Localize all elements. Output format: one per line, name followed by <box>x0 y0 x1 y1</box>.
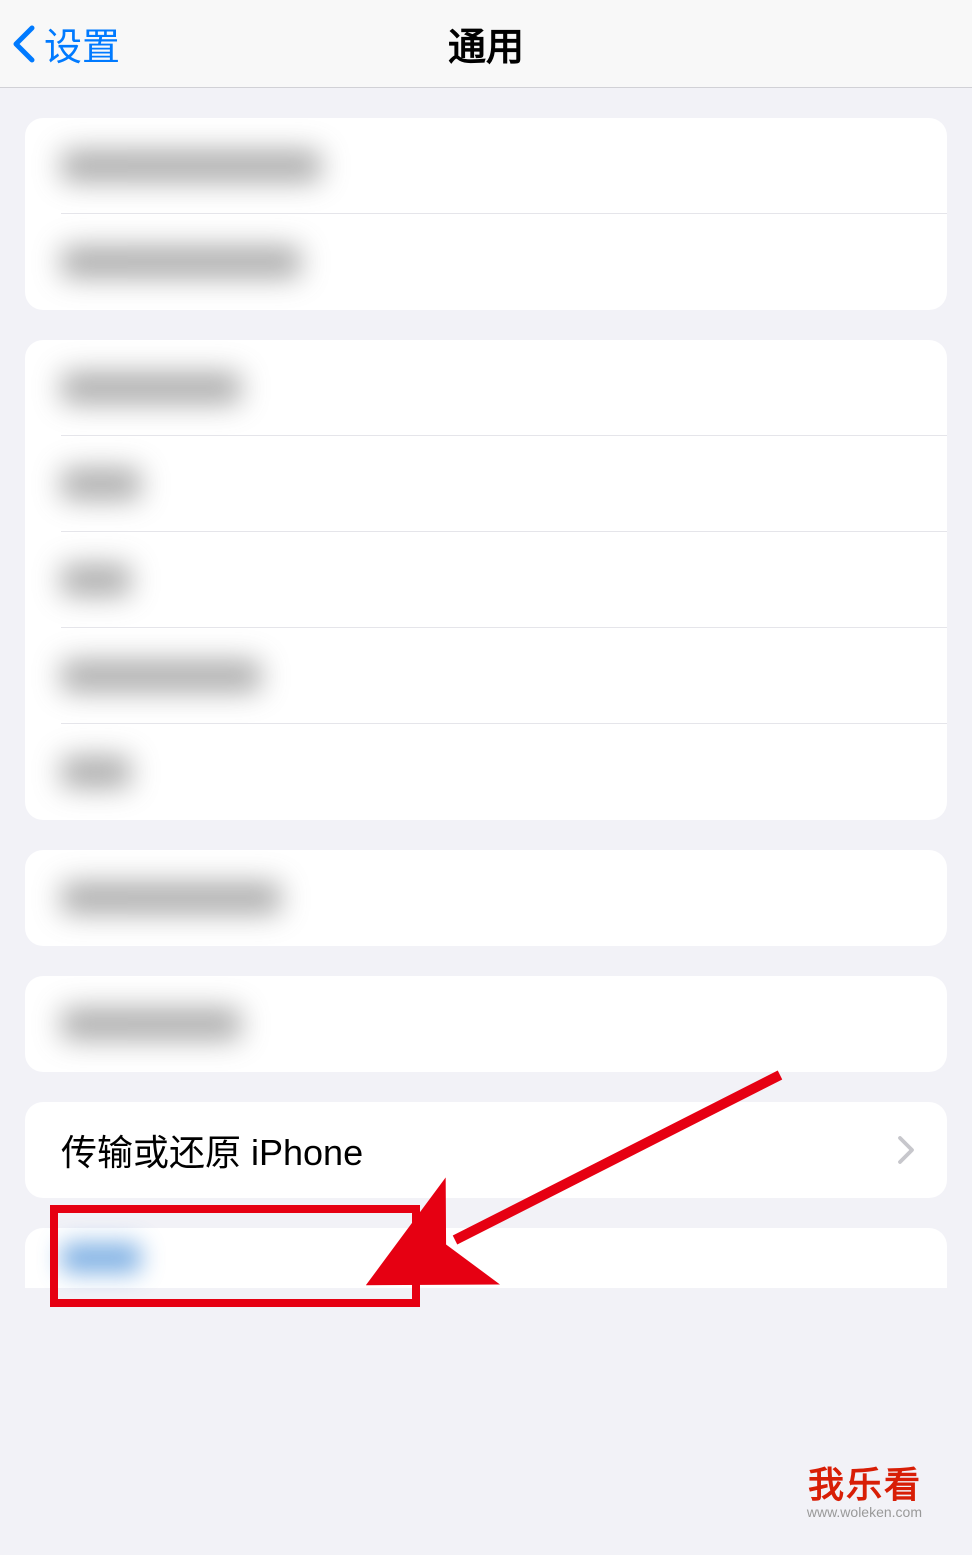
settings-row[interactable] <box>25 532 947 628</box>
settings-row[interactable] <box>25 976 947 1072</box>
blurred-label <box>61 564 131 596</box>
settings-row[interactable] <box>25 628 947 724</box>
page-title: 通用 <box>448 16 524 71</box>
content-area: 传输或还原 iPhone <box>0 118 972 1288</box>
watermark: 我乐看 www.woleken.com <box>807 1456 922 1520</box>
chevron-right-icon <box>897 1135 915 1165</box>
settings-group-3 <box>25 850 947 946</box>
navigation-bar: 设置 通用 <box>0 0 972 88</box>
back-label: 设置 <box>44 16 120 71</box>
transfer-reset-group: 传输或还原 iPhone <box>25 1102 947 1198</box>
settings-row[interactable] <box>25 214 947 310</box>
back-button[interactable]: 设置 <box>0 16 120 71</box>
settings-group-4 <box>25 976 947 1072</box>
blurred-label <box>61 1008 241 1040</box>
settings-row[interactable] <box>25 118 947 214</box>
transfer-reset-label: 传输或还原 iPhone <box>61 1124 363 1176</box>
blurred-label <box>61 882 281 914</box>
watermark-text: 我乐看 <box>807 1456 922 1508</box>
settings-row[interactable] <box>25 436 947 532</box>
settings-group-1 <box>25 118 947 310</box>
blurred-blue-label <box>61 1243 141 1273</box>
settings-row[interactable] <box>25 850 947 946</box>
settings-group-2 <box>25 340 947 820</box>
blurred-label <box>61 246 301 278</box>
transfer-reset-row[interactable]: 传输或还原 iPhone <box>25 1102 947 1198</box>
blurred-label <box>61 756 131 788</box>
blurred-label <box>61 372 241 404</box>
partial-group <box>25 1228 947 1288</box>
blurred-label <box>61 660 261 692</box>
blurred-label <box>61 150 321 182</box>
settings-row[interactable] <box>25 724 947 820</box>
chevron-left-icon <box>12 24 36 64</box>
watermark-url: www.woleken.com <box>807 1504 922 1520</box>
settings-row[interactable] <box>25 340 947 436</box>
blurred-label <box>61 468 141 500</box>
